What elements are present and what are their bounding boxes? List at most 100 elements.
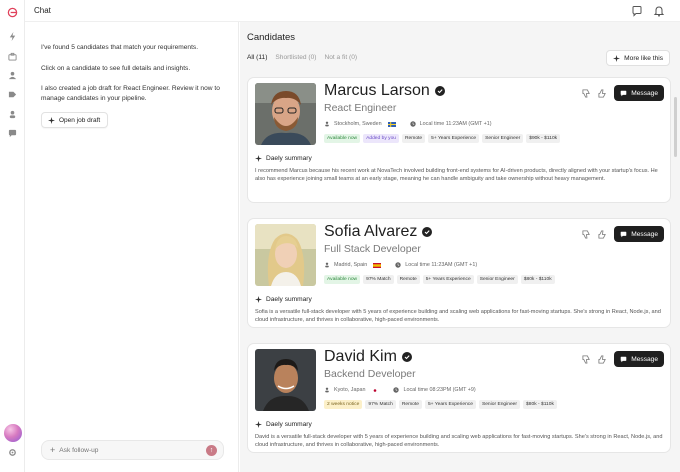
bolt-icon[interactable] xyxy=(8,32,17,41)
top-bar: Chat xyxy=(25,0,680,22)
verified-badge-icon xyxy=(401,352,412,362)
tab-not-a-fit[interactable]: Not a fit (0) xyxy=(324,54,357,61)
candidate-location: Kyoto, Japan xyxy=(334,387,366,393)
notifications-bell-icon[interactable] xyxy=(653,5,665,17)
tag-chip: 5+ Years Experience xyxy=(424,400,476,409)
candidate-name[interactable]: David Kim xyxy=(324,348,412,366)
sweden-flag-icon xyxy=(387,121,396,127)
sparkle-icon xyxy=(613,54,621,62)
user-icon[interactable] xyxy=(8,110,17,119)
chat-message: I also created a job draft for React Eng… xyxy=(41,85,220,102)
candidate-summary: I recommend Marcus because his recent wo… xyxy=(255,168,658,183)
candidate-local-time: Local time 08:23PM (GMT +9) xyxy=(403,387,476,393)
tab-shortlisted[interactable]: Shortlisted (0) xyxy=(275,54,316,61)
verified-badge-icon xyxy=(434,86,445,96)
thumbs-up-icon[interactable] xyxy=(598,88,607,98)
briefcase-icon[interactable] xyxy=(8,52,17,61)
tag-chip: Available now xyxy=(324,134,361,143)
verified-badge-icon xyxy=(422,227,433,237)
message-button[interactable]: Message xyxy=(614,226,664,242)
tag-chip: 2 weeks notice xyxy=(324,400,363,409)
chat-bubble-icon xyxy=(620,356,627,362)
followup-input[interactable] xyxy=(59,446,200,454)
messages-icon[interactable] xyxy=(631,5,643,17)
scrollbar[interactable] xyxy=(674,97,677,157)
candidate-location: Madrid, Spain xyxy=(334,262,368,268)
chat-message: I've found 5 candidates that match your … xyxy=(41,44,199,51)
tag-chip: 5+ Years Experience xyxy=(428,134,480,143)
chat-bubble-icon[interactable] xyxy=(8,129,17,138)
tag-chip: Remote xyxy=(396,275,420,284)
sparkle-icon xyxy=(255,421,262,428)
person-icon xyxy=(325,262,329,268)
candidate-tags: Available now 97% Match Remote 5+ Years … xyxy=(324,275,555,284)
candidate-meta: Madrid, Spain Local time 11:23AM (GMT +1… xyxy=(324,262,477,268)
candidate-role: Backend Developer xyxy=(324,368,416,380)
candidate-actions: Message xyxy=(582,351,664,367)
users-icon[interactable] xyxy=(8,71,17,80)
app-logo-icon[interactable] xyxy=(7,7,18,18)
tab-all[interactable]: All (11) xyxy=(247,54,267,61)
candidate-name-text: David Kim xyxy=(324,348,397,365)
daily-summary-label: Daely summary xyxy=(266,155,312,162)
thumbs-up-icon[interactable] xyxy=(598,354,607,364)
more-like-this-label: More like this xyxy=(624,54,663,62)
tag-chip: Added by you xyxy=(363,134,400,143)
daily-summary-label: Daely summary xyxy=(266,296,312,303)
message-button-label: Message xyxy=(631,355,658,363)
daily-summary-title: Daely summary xyxy=(255,421,312,428)
send-button[interactable]: ↑ xyxy=(206,445,217,456)
tag-chip: $80k - $110k xyxy=(520,275,555,284)
thumbs-down-icon[interactable] xyxy=(582,354,591,364)
chat-bubble-icon xyxy=(620,231,627,237)
more-like-this-button[interactable]: More like this xyxy=(606,50,670,66)
tag-icon[interactable] xyxy=(8,90,17,99)
message-button-label: Message xyxy=(631,89,658,97)
thumbs-down-icon[interactable] xyxy=(582,88,591,98)
person-icon xyxy=(325,387,329,393)
candidate-summary: Sofia is a versatile full-stack develope… xyxy=(255,309,661,324)
candidates-panel: Candidates All (11) Shortlisted (0) Not … xyxy=(240,22,680,472)
followup-input-container[interactable]: + ↑ xyxy=(41,440,224,460)
candidate-actions: Message xyxy=(582,85,664,101)
daily-summary-label: Daely summary xyxy=(266,421,312,428)
sparkle-icon xyxy=(48,116,55,124)
plus-icon[interactable]: + xyxy=(50,445,55,455)
candidate-name-text: Marcus Larson xyxy=(324,82,430,99)
left-rail xyxy=(0,0,25,472)
candidate-tags: Available now Added by you Remote 5+ Yea… xyxy=(324,134,561,143)
candidate-name[interactable]: Marcus Larson xyxy=(324,82,445,100)
chat-message: Click on a candidate to see full details… xyxy=(41,65,191,72)
page-title: Chat xyxy=(34,6,51,15)
japan-flag-icon xyxy=(371,387,380,393)
open-job-draft-label: Open job draft xyxy=(59,116,101,124)
candidate-role: React Engineer xyxy=(324,102,397,114)
clock-icon xyxy=(393,387,400,393)
sparkle-icon xyxy=(255,155,262,162)
daily-summary-title: Daely summary xyxy=(255,155,312,162)
user-avatar[interactable] xyxy=(4,424,22,442)
candidate-card[interactable]: David Kim Backend Developer Kyoto, Japan… xyxy=(247,343,671,453)
candidate-card[interactable]: Sofia Alvarez Full Stack Developer Madri… xyxy=(247,218,671,328)
tag-chip: Available now xyxy=(324,275,361,284)
spain-flag-icon xyxy=(373,262,382,268)
person-icon xyxy=(325,121,329,127)
candidate-card[interactable]: Marcus Larson React Engineer Stockholm, … xyxy=(247,77,671,203)
tag-chip: 97% Match xyxy=(365,400,396,409)
candidate-tags: 2 weeks notice 97% Match Remote 5+ Years… xyxy=(324,400,557,409)
chat-panel: I've found 5 candidates that match your … xyxy=(25,22,239,472)
message-button-label: Message xyxy=(631,230,658,238)
thumbs-down-icon[interactable] xyxy=(582,229,591,239)
open-job-draft-button[interactable]: Open job draft xyxy=(41,112,109,128)
candidate-actions: Message xyxy=(582,226,664,242)
message-button[interactable]: Message xyxy=(614,85,664,101)
message-button[interactable]: Message xyxy=(614,351,664,367)
candidate-photo xyxy=(255,83,316,145)
candidate-tabs: All (11) Shortlisted (0) Not a fit (0) xyxy=(247,54,357,61)
tag-chip: Senior Engineer xyxy=(476,275,518,284)
thumbs-up-icon[interactable] xyxy=(598,229,607,239)
settings-icon[interactable] xyxy=(8,448,17,457)
tag-chip: 97% Match xyxy=(363,275,394,284)
candidate-name[interactable]: Sofia Alvarez xyxy=(324,223,433,241)
candidate-summary: David is a versatile full-stack develope… xyxy=(255,434,663,449)
